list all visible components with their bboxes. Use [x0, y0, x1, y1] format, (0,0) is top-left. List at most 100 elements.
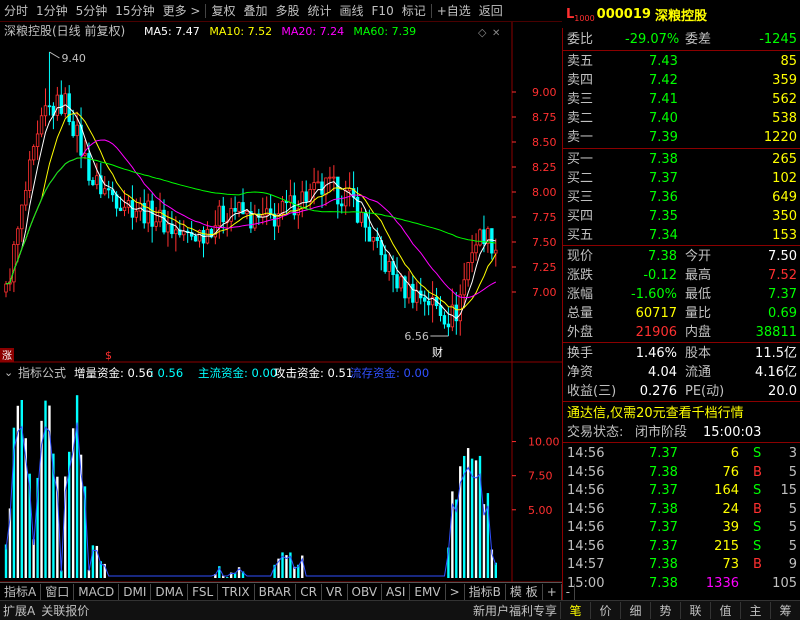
- indicator-tab-14[interactable]: 指标B: [465, 583, 506, 600]
- promo-row: 通达信,仅需20元查看千档行情: [563, 404, 800, 423]
- close-icon[interactable]: ✕: [492, 28, 500, 39]
- indicator-tab-3[interactable]: DMI: [119, 583, 152, 600]
- promo-link[interactable]: 通达信,仅需20元查看千档行情: [567, 404, 744, 423]
- indicator-tab-6[interactable]: TRIX: [218, 583, 255, 600]
- indicator-tab-2[interactable]: MACD: [74, 583, 120, 600]
- indicator-tab-15[interactable]: 模 板: [506, 583, 543, 600]
- quote-tab-3[interactable]: 势: [650, 602, 680, 619]
- indicator-bar: [494, 562, 497, 578]
- stat2-row: 换手 1.46% 股本 11.5亿: [563, 344, 800, 363]
- bid-price[interactable]: 7.38: [649, 150, 678, 169]
- quote-tab-0[interactable]: 笔: [560, 602, 590, 619]
- ask-price[interactable]: 7.39: [649, 128, 678, 147]
- tick-count: 5: [788, 501, 797, 517]
- candle-body: [253, 213, 257, 229]
- webi-row: 委比 -29.07% 委差 -1245: [563, 30, 800, 49]
- bid-price[interactable]: 7.35: [649, 207, 678, 226]
- ask-vol: 562: [772, 92, 797, 107]
- kline-chart[interactable]: 深粮控股(日线 前复权) MA5: 7.47 MA10: 7.52 MA20: 7.2…: [0, 22, 562, 600]
- toolbar-item-12[interactable]: +自选: [433, 0, 475, 22]
- indicator-tab-8[interactable]: CR: [296, 583, 322, 600]
- toolbar-item-0[interactable]: 分时: [0, 0, 32, 22]
- candle-body: [229, 207, 233, 222]
- toolbar-item-6[interactable]: 叠加: [239, 0, 271, 22]
- quote-tab-5[interactable]: 值: [710, 602, 740, 619]
- stat2-label: 收益(三): [567, 384, 617, 399]
- bid-label: 买四: [567, 209, 594, 224]
- candle-body: [387, 261, 391, 272]
- toolbar-item-9[interactable]: 画线: [336, 0, 368, 22]
- tick-bs: S: [753, 538, 762, 554]
- dollar-mark[interactable]: $: [105, 349, 112, 362]
- indicator-tab-7[interactable]: BRAR: [255, 583, 297, 600]
- stat2-label: 流通: [685, 365, 712, 380]
- ma-legend-2: MA20: 7.24: [281, 25, 344, 38]
- stock-name[interactable]: 深粮控股: [655, 5, 707, 24]
- bottom-promo[interactable]: 新用户福利专享: [470, 602, 560, 619]
- stat-label: 量比: [685, 306, 712, 321]
- diamond-icon[interactable]: ◇: [478, 26, 487, 39]
- quote-tab-2[interactable]: 细: [620, 602, 650, 619]
- indicator-name[interactable]: 指标公式: [18, 365, 66, 380]
- bottom-tab-0[interactable]: 扩展A: [0, 602, 38, 619]
- toolbar-item-8[interactable]: 统计: [304, 0, 336, 22]
- indicator-tab-5[interactable]: FSL: [188, 583, 219, 600]
- candle-body: [340, 203, 344, 207]
- candle-body: [217, 205, 221, 227]
- bid-vol: 102: [772, 171, 797, 186]
- stock-code[interactable]: 000019: [597, 7, 651, 22]
- candle-body: [426, 300, 431, 306]
- indicator-toggle-icon[interactable]: ⌄: [4, 366, 13, 379]
- quote-tab-6[interactable]: 主: [740, 602, 770, 619]
- tick-bs: S: [753, 483, 762, 498]
- candle-body: [359, 212, 364, 223]
- candle-body: [154, 221, 158, 227]
- ask-price[interactable]: 7.43: [649, 52, 678, 71]
- ask-vol: 85: [780, 54, 797, 69]
- tick-time: 14:56: [567, 464, 605, 480]
- candle-body: [118, 207, 123, 211]
- toolbar-item-11[interactable]: 标记: [398, 0, 430, 22]
- toolbar-item-4[interactable]: 更多 >: [159, 0, 205, 22]
- toolbar-item-7[interactable]: 多股: [271, 0, 303, 22]
- toolbar-item-3[interactable]: 15分钟: [111, 0, 158, 22]
- y-tick-label: 8.75: [532, 111, 557, 124]
- quote-tab-1[interactable]: 价: [590, 602, 620, 619]
- candle-body: [470, 252, 474, 263]
- ask-price[interactable]: 7.41: [649, 90, 678, 109]
- toolbar-item-1[interactable]: 1分钟: [32, 0, 72, 22]
- indicator-tab-16[interactable]: +: [543, 583, 562, 600]
- cai-mark[interactable]: 财: [432, 345, 443, 359]
- indicator-tab-11[interactable]: ASI: [382, 583, 411, 600]
- bid-price[interactable]: 7.34: [649, 226, 678, 245]
- toolbar-item-5[interactable]: 复权: [207, 0, 239, 22]
- ask-price[interactable]: 7.42: [649, 71, 678, 90]
- candle-body: [395, 274, 399, 289]
- candle-body: [233, 207, 237, 212]
- candle-body: [245, 211, 249, 215]
- bottom-tab-1[interactable]: 关联报价: [38, 602, 92, 619]
- bid-price[interactable]: 7.37: [649, 169, 678, 188]
- indicator-tab-1[interactable]: 窗口: [41, 583, 75, 600]
- toolbar-item-13[interactable]: 返回: [475, 0, 507, 22]
- bid-row: 买一 7.38 265: [563, 150, 800, 169]
- indicator-tab-4[interactable]: DMA: [151, 583, 189, 600]
- bid-price[interactable]: 7.36: [649, 188, 678, 207]
- quote-tab-7[interactable]: 筹: [770, 602, 800, 619]
- bid-vol: 649: [772, 190, 797, 205]
- indicator-tab-12[interactable]: EMV: [410, 583, 446, 600]
- zhang-mark[interactable]: 涨: [2, 350, 12, 362]
- tick-vol: 1336: [705, 575, 739, 591]
- indicator-tab-9[interactable]: VR: [322, 583, 348, 600]
- quote-tab-4[interactable]: 联: [680, 602, 710, 619]
- ask-label: 卖二: [567, 111, 594, 126]
- ask-price[interactable]: 7.40: [649, 109, 678, 128]
- toolbar-item-2[interactable]: 5分钟: [72, 0, 112, 22]
- indicator-tab-13[interactable]: >: [446, 583, 465, 600]
- indicator-tab-0[interactable]: 指标A: [0, 583, 42, 600]
- tick-time: 14:56: [567, 501, 605, 517]
- candle-body: [316, 181, 320, 184]
- y-tick-label: 7.50: [532, 236, 557, 249]
- toolbar-item-10[interactable]: F10: [368, 0, 398, 22]
- indicator-tab-10[interactable]: OBV: [348, 583, 383, 600]
